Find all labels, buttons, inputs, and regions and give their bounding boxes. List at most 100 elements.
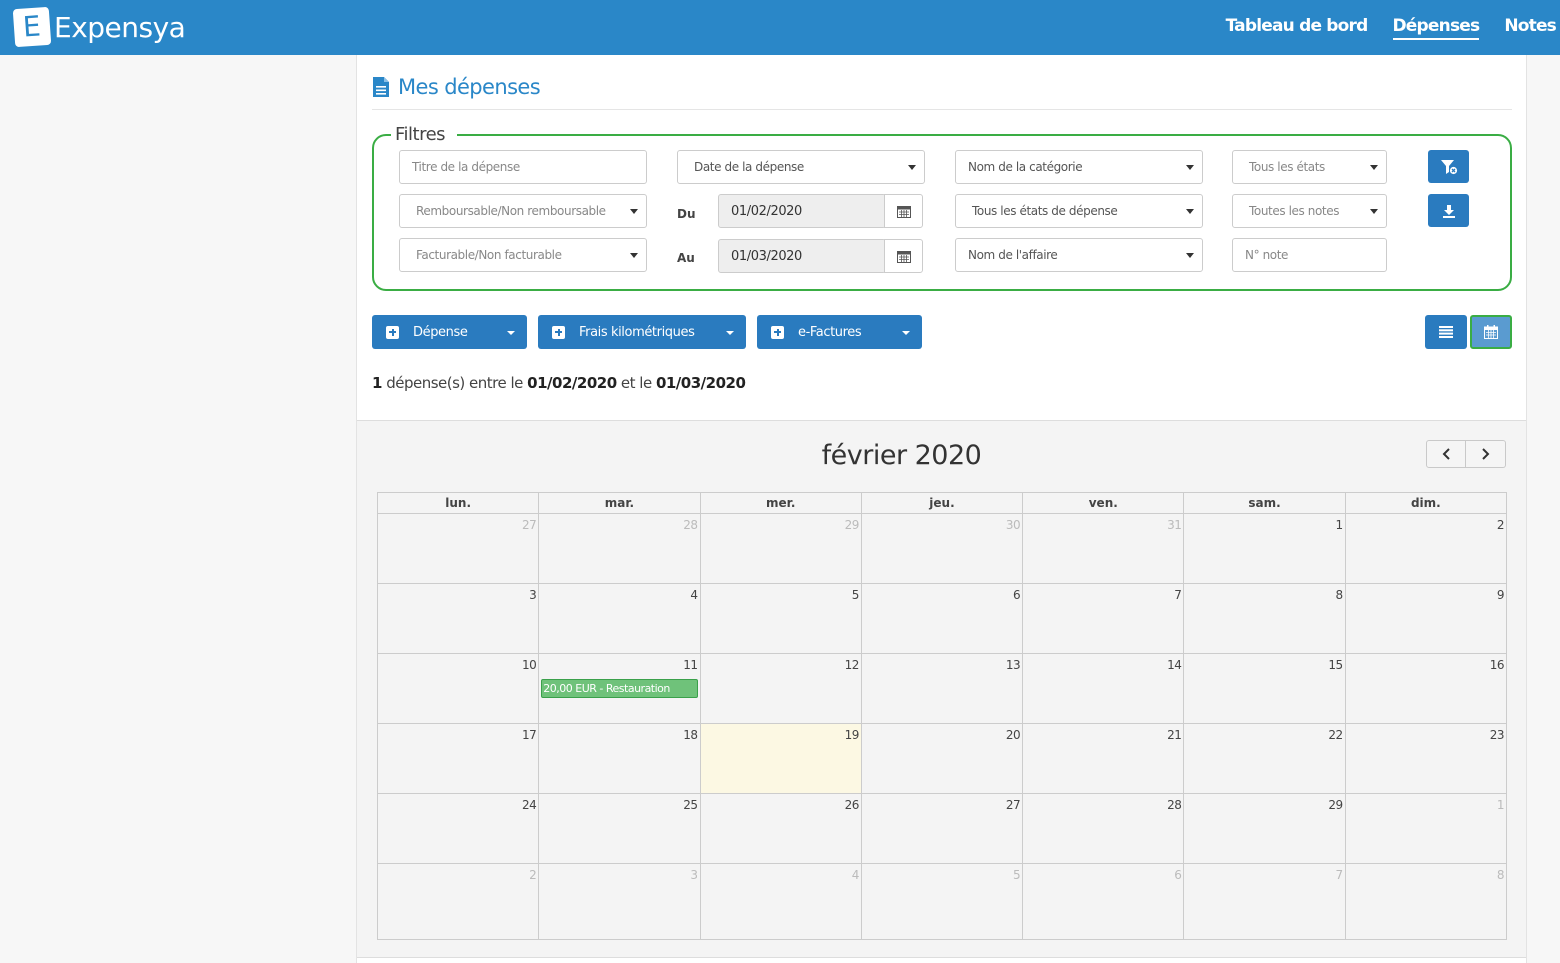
calendar-day[interactable]: 1 — [1346, 794, 1506, 863]
billable-select[interactable]: Facturable/Non facturable — [399, 238, 647, 272]
calendar-grid: lun. mar. mer. jeu. ven. sam. dim. 27 28 29 30 31 1… — [377, 492, 1507, 940]
day-number: 14 — [1167, 658, 1182, 672]
calendar-event[interactable]: 20,00 EUR - Restauration — [541, 679, 698, 698]
calendar-view-button[interactable] — [1470, 315, 1512, 349]
clear-filters-button[interactable] — [1428, 150, 1469, 183]
calendar-day[interactable]: 27 — [862, 794, 1024, 863]
calendar-day[interactable]: 7 — [1023, 584, 1185, 653]
day-number: 15 — [1328, 658, 1343, 672]
day-number: 1 — [1335, 518, 1344, 532]
date-type-select[interactable]: Date de la dépense — [677, 150, 925, 184]
calendar-day[interactable]: 4 — [701, 864, 862, 939]
calendar: février 2020 lun. mar. mer. jeu. ven. sam. dim… — [357, 420, 1526, 958]
calendar-day[interactable]: 31 — [1023, 514, 1185, 583]
calendar-day[interactable]: 7 — [1184, 864, 1346, 939]
calendar-day[interactable]: 29 — [1184, 794, 1346, 863]
add-einvoice-button[interactable]: e-Factures — [757, 315, 922, 349]
calendar-day[interactable]: 8 — [1184, 584, 1346, 653]
category-select[interactable]: Nom de la catégorie — [955, 150, 1203, 184]
expense-title-input[interactable]: Titre de la dépense — [399, 150, 647, 184]
calendar-day-today[interactable]: 19 — [700, 724, 862, 793]
calendar-day[interactable]: 30 — [862, 514, 1024, 583]
weekday-label: lun. — [378, 493, 540, 513]
to-date-input[interactable]: 01/03/2020 — [718, 239, 886, 273]
day-number: 7 — [1335, 868, 1344, 882]
calendar-day[interactable]: 21 — [1023, 724, 1185, 793]
export-button[interactable] — [1428, 194, 1469, 227]
calendar-week: 2 3 4 5 6 7 8 — [378, 864, 1506, 939]
to-date-picker-button[interactable] — [884, 239, 923, 273]
day-number: 4 — [851, 868, 860, 882]
calendar-day[interactable]: 13 — [862, 654, 1024, 723]
chevron-right-icon — [1482, 448, 1490, 460]
day-number: 1 — [1496, 798, 1505, 812]
day-number: 25 — [683, 798, 698, 812]
next-month-button[interactable] — [1466, 440, 1506, 468]
add-expense-button[interactable]: Dépense — [372, 315, 527, 349]
refundable-select[interactable]: Remboursable/Non remboursable — [399, 194, 647, 228]
calendar-day[interactable]: 22 — [1184, 724, 1346, 793]
summary-text-1: dépense(s) entre le — [381, 374, 528, 392]
nav-notes[interactable]: Notes — [1504, 16, 1556, 40]
calendar-day[interactable]: 24 — [378, 794, 540, 863]
add-einvoice-label: e-Factures — [798, 324, 862, 340]
filters-panel: Filtres Titre de la dépense Date de la d… — [372, 124, 1512, 291]
calendar-week: 27 28 29 30 31 1 2 — [378, 514, 1506, 584]
states-select[interactable]: Tous les états — [1232, 150, 1387, 184]
calendar-day[interactable]: 2 — [1346, 514, 1506, 583]
calendar-day[interactable]: 27 — [378, 514, 540, 583]
day-number: 17 — [522, 728, 537, 742]
affair-select[interactable]: Nom de l'affaire — [955, 238, 1203, 272]
calendar-day[interactable]: 8 — [1346, 864, 1506, 939]
calendar-day[interactable]: 3 — [378, 584, 540, 653]
calendar-day[interactable]: 23 — [1346, 724, 1506, 793]
calendar-day[interactable]: 2 — [378, 864, 540, 939]
day-number: 9 — [1496, 588, 1505, 602]
calendar-day[interactable]: 28 — [1023, 794, 1185, 863]
calendar-day[interactable]: 17 — [378, 724, 540, 793]
calendar-day[interactable]: 28 — [539, 514, 701, 583]
calendar-day[interactable]: 20 — [862, 724, 1024, 793]
note-number-input[interactable]: N° note — [1232, 238, 1387, 272]
calendar-day[interactable]: 26 — [701, 794, 862, 863]
document-icon — [373, 77, 389, 97]
from-date-picker-button[interactable] — [884, 194, 923, 228]
calendar-day[interactable]: 16 — [1346, 654, 1506, 723]
calendar-day[interactable]: 1 — [1184, 514, 1346, 583]
calendar-day[interactable]: 5 — [862, 864, 1024, 939]
day-number: 24 — [522, 798, 537, 812]
calendar-day[interactable]: 12 — [701, 654, 862, 723]
app-logo[interactable]: E Expensya — [12, 6, 186, 48]
expense-states-select[interactable]: Tous les états de dépense — [955, 194, 1203, 228]
calendar-day[interactable]: 6 — [1023, 864, 1185, 939]
calendar-day[interactable]: 9 — [1346, 584, 1506, 653]
calendar-icon — [896, 250, 911, 263]
calendar-day[interactable]: 15 — [1184, 654, 1346, 723]
list-view-button[interactable] — [1425, 315, 1467, 349]
calendar-day[interactable]: 6 — [862, 584, 1024, 653]
calendar-day[interactable]: 18 — [539, 724, 701, 793]
calendar-day[interactable]: 14 — [1023, 654, 1185, 723]
calendar-day[interactable]: 29 — [701, 514, 862, 583]
main-panel: Mes dépenses Filtres Titre de la dépense… — [356, 55, 1527, 963]
day-number: 11 — [683, 658, 698, 672]
weekday-label: ven. — [1023, 493, 1185, 513]
nav-expenses[interactable]: Dépenses — [1392, 16, 1480, 40]
calendar-day[interactable]: 10 — [378, 654, 540, 723]
calendar-day[interactable]: 11 20,00 EUR - Restauration — [539, 654, 701, 723]
notes-select[interactable]: Toutes les notes — [1232, 194, 1387, 228]
prev-month-button[interactable] — [1426, 440, 1466, 468]
add-mileage-button[interactable]: Frais kilométriques — [538, 315, 746, 349]
top-navbar: E Expensya Tableau de bord Dépenses Note… — [0, 0, 1560, 55]
summary-count: 1 — [372, 374, 382, 392]
calendar-day[interactable]: 25 — [539, 794, 701, 863]
caret-down-icon — [726, 331, 734, 335]
caret-down-icon — [902, 331, 910, 335]
filter-clear-icon — [1440, 159, 1457, 174]
calendar-day[interactable]: 5 — [701, 584, 862, 653]
calendar-day[interactable]: 3 — [539, 864, 701, 939]
nav-dashboard[interactable]: Tableau de bord — [1226, 16, 1369, 40]
from-date-input[interactable]: 01/02/2020 — [718, 194, 886, 228]
list-icon — [1439, 326, 1453, 338]
calendar-day[interactable]: 4 — [539, 584, 701, 653]
